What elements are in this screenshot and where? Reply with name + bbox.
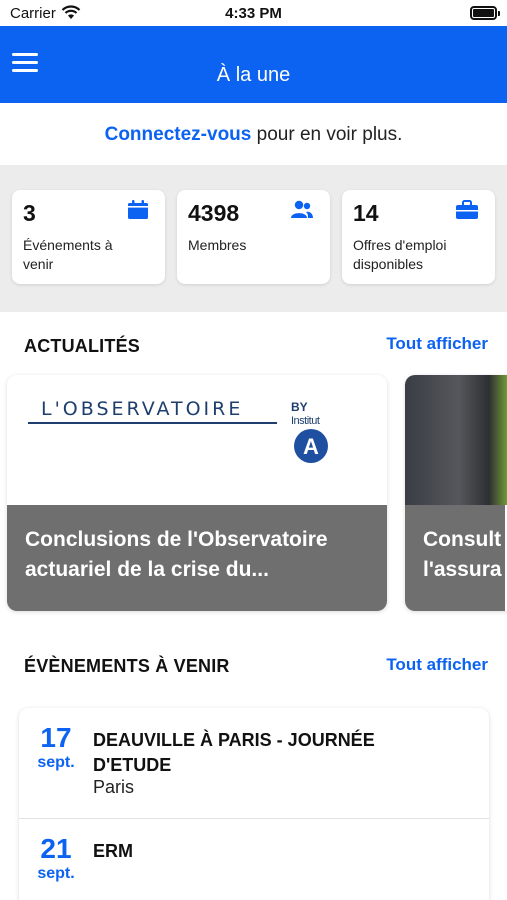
event-name: DEAUVILLE À PARIS - JOURNÉE D'ETUDE — [93, 730, 375, 775]
stat-card-members[interactable]: 4398 Membres — [177, 190, 330, 284]
news-card[interactable]: Consult l'assura — [405, 375, 507, 611]
news-card-caption: Conclusions de l'Observatoire actuariel … — [7, 505, 387, 611]
stat-label: Offres d'emploi disponibles — [353, 237, 447, 272]
status-bar: Carrier 4:33 PM — [0, 0, 507, 26]
stat-card-events[interactable]: 3 Événements à venir — [12, 190, 165, 284]
calendar-icon — [127, 200, 149, 225]
stat-value: 3 — [23, 200, 36, 226]
news-card-image — [405, 375, 507, 505]
login-prompt: Connectez-vous pour en voir plus. — [0, 103, 507, 165]
stats-section: 3 Événements à venir 4398 Membres 14 Off… — [0, 165, 507, 312]
events-list: 17 sept. DEAUVILLE À PARIS - JOURNÉE D'E… — [19, 708, 489, 900]
logo-by-text: BY — [291, 400, 308, 414]
logo-underline — [28, 422, 277, 424]
battery-icon — [470, 6, 500, 20]
event-name: ERM — [93, 841, 133, 861]
status-time: 4:33 PM — [225, 5, 282, 22]
stat-label: Événements à venir — [23, 237, 113, 272]
events-see-all-link[interactable]: Tout afficher — [386, 655, 488, 675]
news-card-image: L'OBSERVATOIRE BY Institut A — [7, 375, 387, 505]
page-title: À la une — [216, 64, 291, 86]
event-item[interactable]: 17 sept. DEAUVILLE À PARIS - JOURNÉE D'E… — [19, 708, 489, 818]
event-month: sept. — [37, 865, 75, 882]
institut-a-logo-icon: A — [293, 428, 329, 469]
login-prompt-text: pour en voir plus. — [251, 124, 403, 145]
observatoire-logo-text: L'OBSERVATOIRE — [41, 398, 244, 420]
event-month: sept. — [37, 754, 75, 771]
news-card[interactable]: L'OBSERVATOIRE BY Institut A Conclusions… — [7, 375, 387, 611]
logo-institut-text: Institut — [291, 415, 320, 427]
stat-card-jobs[interactable]: 14 Offres d'emploi disponibles — [342, 190, 495, 284]
events-section-title: ÉVÈNEMENTS À VENIR — [24, 656, 230, 676]
briefcase-icon — [455, 200, 479, 225]
navigation-bar: À la une — [0, 26, 507, 103]
login-link[interactable]: Connectez-vous — [105, 124, 252, 145]
event-location: Paris — [93, 777, 135, 797]
logo-letter: A — [303, 434, 319, 459]
news-section-title: ACTUALITÉS — [24, 336, 140, 356]
event-item[interactable]: 21 sept. ERM — [19, 819, 489, 900]
news-see-all-link[interactable]: Tout afficher — [386, 334, 488, 354]
stat-value: 4398 — [188, 200, 240, 226]
stat-value: 14 — [353, 200, 379, 226]
event-day: 17 — [40, 722, 72, 753]
news-card-caption: Consult l'assura — [405, 505, 505, 611]
users-icon — [290, 200, 314, 225]
stat-label: Membres — [188, 237, 247, 253]
event-day: 21 — [40, 833, 72, 864]
